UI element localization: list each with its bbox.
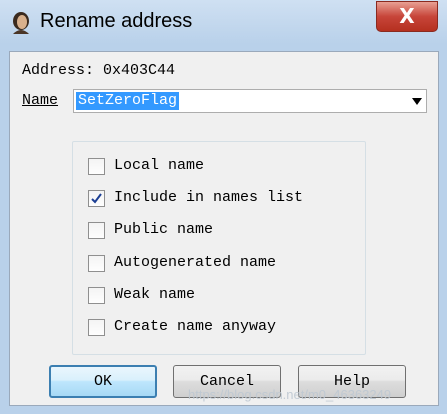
watermark-text: https://blog.csdn.net/m0_46363249 <box>188 387 392 402</box>
option-label: Include in names list <box>114 189 304 206</box>
checkbox[interactable] <box>88 287 105 304</box>
name-field-label: Name <box>22 92 59 109</box>
checkbox[interactable] <box>88 319 105 336</box>
name-input-value[interactable]: SetZeroFlag <box>76 92 180 110</box>
checkbox[interactable] <box>88 158 105 175</box>
rename-address-dialog: Rename address X Address: 0x403C44 Name … <box>0 0 447 414</box>
dialog-title: Rename address <box>40 10 193 32</box>
option-label: Create name anyway <box>114 318 277 335</box>
close-icon: X <box>399 4 415 28</box>
checkbox[interactable] <box>88 222 105 239</box>
option-label: Local name <box>114 157 205 174</box>
checkbox[interactable] <box>88 255 105 272</box>
ida-app-icon <box>8 10 34 36</box>
close-button[interactable]: X <box>376 1 438 32</box>
checkmark-icon <box>91 193 102 204</box>
address-label: Address: 0x403C44 <box>22 62 176 79</box>
title-bar[interactable]: Rename address X <box>0 0 447 44</box>
option-label: Public name <box>114 221 214 238</box>
option-label: Weak name <box>114 286 196 303</box>
option-label: Autogenerated name <box>114 254 277 271</box>
checkbox[interactable] <box>88 190 105 207</box>
name-combobox[interactable]: SetZeroFlag <box>73 89 427 113</box>
options-group: Local name Include in names list Public … <box>72 141 366 355</box>
dialog-body: Address: 0x403C44 Name SetZeroFlag Local… <box>9 51 439 406</box>
ok-button[interactable]: OK <box>49 365 157 398</box>
dropdown-arrow-icon[interactable] <box>412 98 422 105</box>
